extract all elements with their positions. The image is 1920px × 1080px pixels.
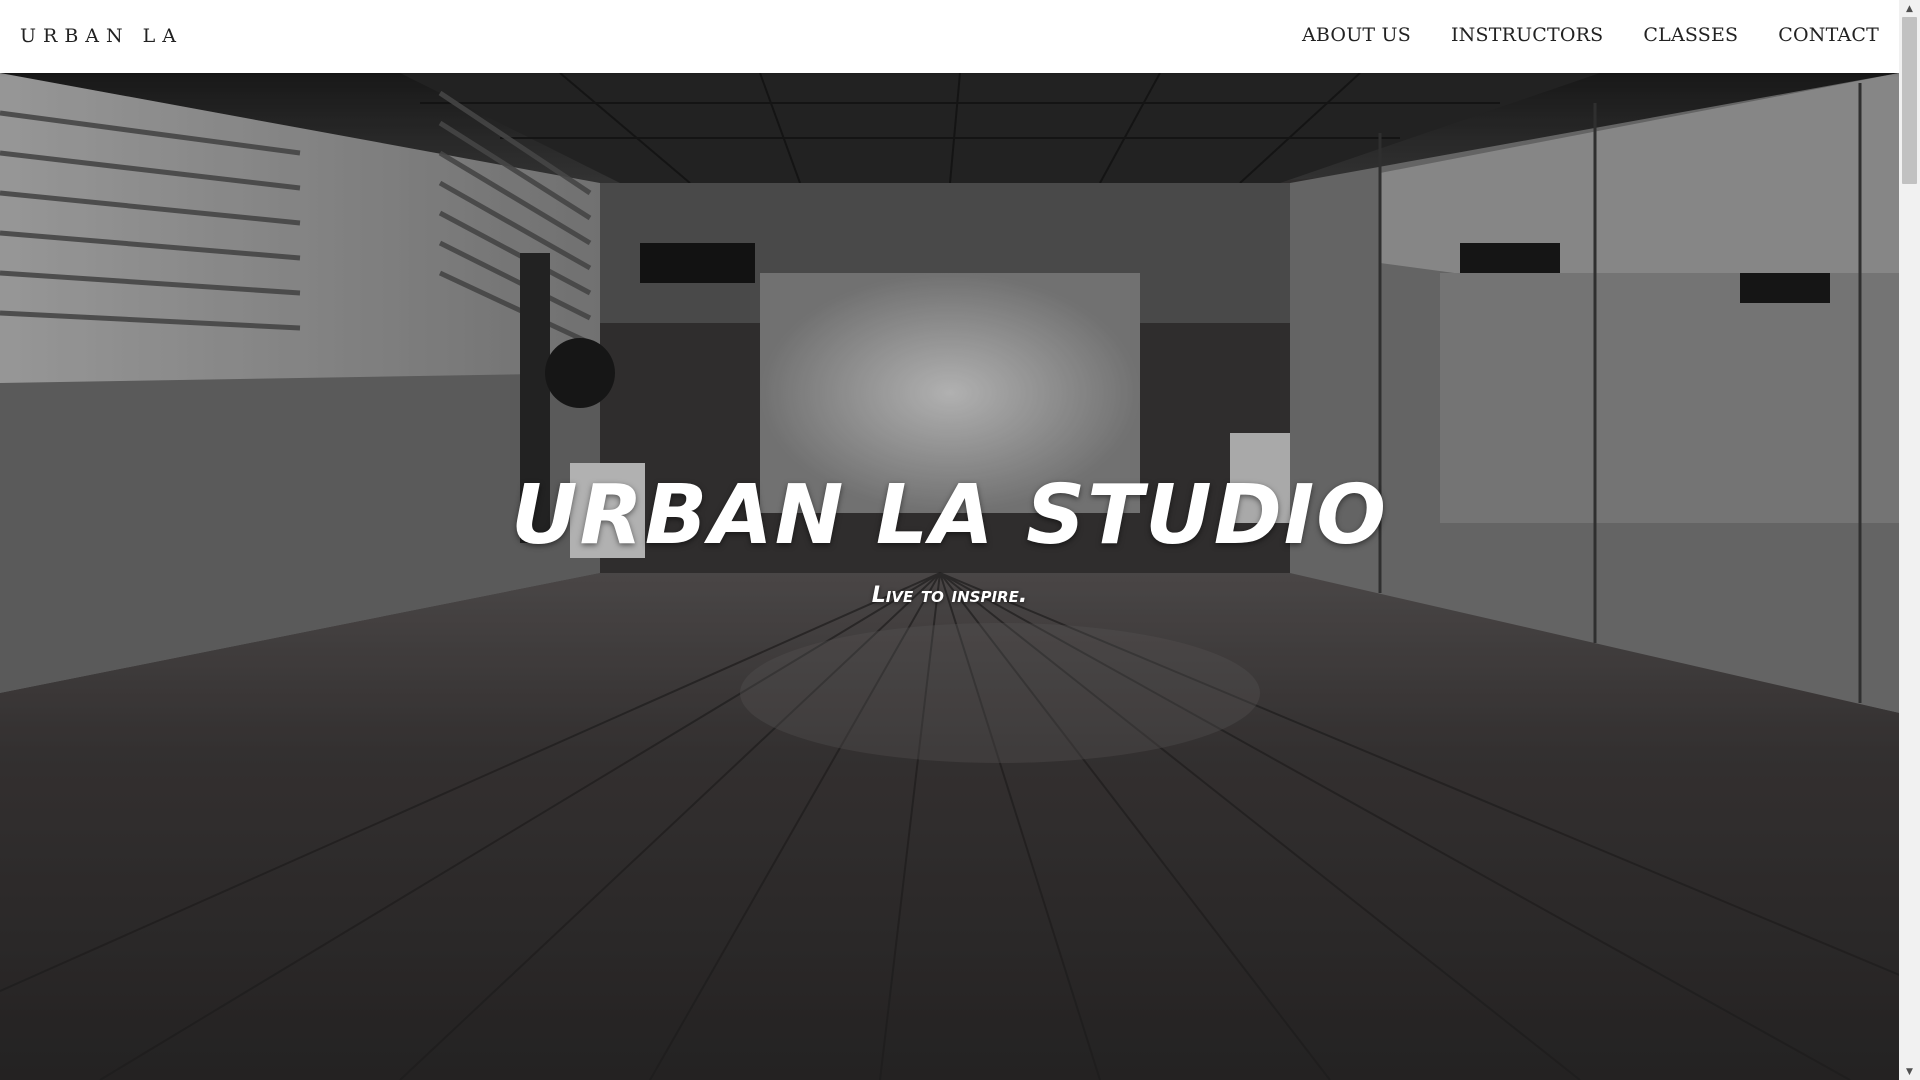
hero-title: URBAN LA STUDIO [511, 468, 1388, 563]
hero-background-image [0, 73, 1899, 1080]
scrollbar-thumb[interactable] [1902, 17, 1917, 184]
hero-section: URBAN LA STUDIO Live to inspire. [0, 73, 1899, 1080]
top-navbar: URBAN LA ABOUT US INSTRUCTORS CLASSES CO… [0, 0, 1899, 73]
nav-instructors[interactable]: INSTRUCTORS [1451, 24, 1603, 46]
hero-subtitle: Live to inspire. [871, 583, 1028, 608]
brand-logo-link[interactable]: URBAN LA [20, 25, 183, 47]
scroll-down-icon[interactable]: ▼ [1899, 1063, 1920, 1080]
page-viewport: URBAN LA ABOUT US INSTRUCTORS CLASSES CO… [0, 0, 1899, 1080]
nav-about-us[interactable]: ABOUT US [1302, 24, 1411, 46]
nav-classes[interactable]: CLASSES [1643, 24, 1738, 46]
scroll-up-icon[interactable]: ▲ [1899, 0, 1920, 17]
main-nav: ABOUT US INSTRUCTORS CLASSES CONTACT [1302, 24, 1879, 46]
nav-contact[interactable]: CONTACT [1778, 24, 1879, 46]
page-scrollbar[interactable]: ▲ ▼ [1899, 0, 1920, 1080]
